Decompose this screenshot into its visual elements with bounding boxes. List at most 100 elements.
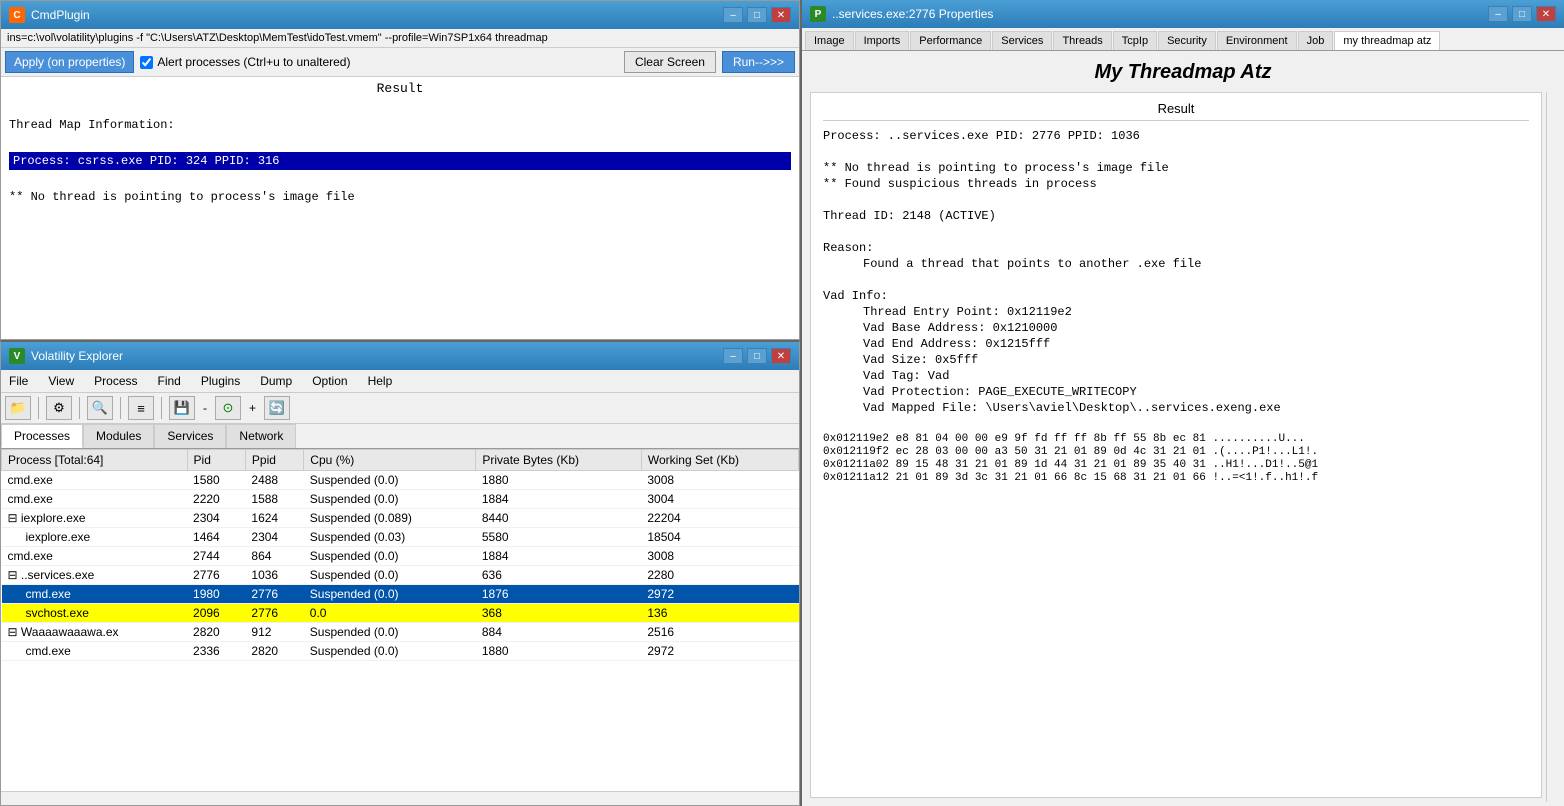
cmd-maximize-button[interactable]: □ (747, 7, 767, 23)
tab-image[interactable]: Image (805, 31, 854, 50)
table-row[interactable]: ⊟ ..services.exe27761036Suspended (0.0)6… (2, 566, 799, 585)
result-vad-label: Vad Info: (823, 289, 1529, 303)
tab-threads[interactable]: Threads (1053, 31, 1111, 50)
table-header-row: Process [Total:64] Pid Ppid Cpu (%) Priv… (2, 450, 799, 471)
output-thread-map-info: Thread Map Information: Process: csrss.e… (9, 104, 791, 218)
col-working-set: Working Set (Kb) (641, 450, 798, 471)
run-button[interactable]: Run-->>> (722, 51, 795, 73)
cmd-title: CmdPlugin (31, 8, 90, 22)
tab-job[interactable]: Job (1298, 31, 1334, 50)
hex-line: 0x012119f2 ec 28 03 00 00 a3 50 31 21 01… (823, 446, 1529, 458)
toolbar-search-button[interactable]: 🔍 (87, 396, 113, 420)
col-process: Process [Total:64] (2, 450, 188, 471)
clear-screen-button[interactable]: Clear Screen (624, 51, 716, 73)
vol-app-icon: V (9, 348, 25, 364)
menu-dump[interactable]: Dump (256, 372, 296, 390)
cmd-window-controls: – □ ✕ (723, 7, 791, 23)
tab-imports[interactable]: Imports (855, 31, 910, 50)
tab-processes[interactable]: Processes (1, 424, 83, 448)
menu-option[interactable]: Option (308, 372, 351, 390)
vad-detail-line: Vad Size: 0x5fff (863, 353, 1529, 367)
alert-checkbox-area: Alert processes (Ctrl+u to unaltered) (140, 55, 350, 69)
vol-window-controls: – □ ✕ (723, 348, 791, 364)
vol-minimize-button[interactable]: – (723, 348, 743, 364)
table-row[interactable]: ⊟ Waaaawaaawa.ex2820912Suspended (0.0)88… (2, 623, 799, 642)
toolbar-refresh-button[interactable]: 🔄 (264, 396, 290, 420)
tab-security[interactable]: Security (1158, 31, 1216, 50)
table-row[interactable]: iexplore.exe14642304Suspended (0.03)5580… (2, 528, 799, 547)
toolbar-sep-3 (120, 397, 121, 419)
vad-detail-line: Vad Mapped File: \Users\aviel\Desktop\..… (863, 401, 1529, 415)
menu-find[interactable]: Find (154, 372, 185, 390)
toolbar-open-button[interactable]: 📁 (5, 396, 31, 420)
col-private-bytes: Private Bytes (Kb) (476, 450, 641, 471)
hex-line: 0x01211a02 89 15 48 31 21 01 89 1d 44 31… (823, 459, 1529, 471)
result-blank-4 (823, 273, 1529, 287)
volatility-explorer-window: V Volatility Explorer – □ ✕ File View Pr… (0, 340, 800, 806)
toolbar-export-button[interactable]: 💾 (169, 396, 195, 420)
col-pid: Pid (187, 450, 245, 471)
table-row[interactable]: cmd.exe15802488Suspended (0.0)18803008 (2, 471, 799, 490)
right-maximize-button[interactable]: □ (1512, 6, 1532, 22)
output-line-2: Thread Map Information: (9, 118, 791, 132)
tab-my-threadmap-atz[interactable]: my threadmap atz (1334, 31, 1440, 50)
toolbar-list-button[interactable]: ≡ (128, 396, 154, 420)
col-cpu: Cpu (%) (304, 450, 476, 471)
cmd-app-icon: C (9, 7, 25, 23)
vad-details: Thread Entry Point: 0x12119e2Vad Base Ad… (823, 305, 1529, 415)
cmd-close-button[interactable]: ✕ (771, 7, 791, 23)
cmd-titlebar: C CmdPlugin – □ ✕ (1, 1, 799, 29)
right-close-button[interactable]: ✕ (1536, 6, 1556, 22)
tab-services[interactable]: Services (154, 424, 226, 448)
right-app-icon: P (810, 6, 826, 22)
tab-environment[interactable]: Environment (1217, 31, 1297, 50)
result-blank-1 (823, 145, 1529, 159)
tab-network[interactable]: Network (226, 424, 296, 448)
table-row[interactable]: cmd.exe2744864Suspended (0.0)18843008 (2, 547, 799, 566)
apply-button[interactable]: Apply (on properties) (5, 51, 134, 73)
table-row[interactable]: cmd.exe22201588Suspended (0.0)18843004 (2, 490, 799, 509)
right-scrollbar[interactable] (1546, 92, 1560, 802)
vol-tabs: Processes Modules Services Network (1, 424, 799, 449)
horizontal-scrollbar[interactable] (1, 791, 799, 805)
alert-checkbox[interactable] (140, 56, 153, 69)
right-minimize-button[interactable]: – (1488, 6, 1508, 22)
result-thread-line: Thread ID: 2148 (ACTIVE) (823, 209, 1529, 223)
table-row[interactable]: cmd.exe23362820Suspended (0.0)18802972 (2, 642, 799, 661)
toolbar-circle-button[interactable]: ⊙ (215, 396, 241, 420)
result-process-line: Process: ..services.exe PID: 2776 PPID: … (823, 129, 1529, 143)
toolbar-settings-button[interactable]: ⚙ (46, 396, 72, 420)
menu-view[interactable]: View (44, 372, 78, 390)
alert-label: Alert processes (Ctrl+u to unaltered) (157, 55, 350, 69)
vol-maximize-button[interactable]: □ (747, 348, 767, 364)
vol-titlebar: V Volatility Explorer – □ ✕ (1, 342, 799, 370)
menu-process[interactable]: Process (90, 372, 141, 390)
menu-help[interactable]: Help (364, 372, 397, 390)
output-line-no-thread: ** No thread is pointing to process's im… (9, 190, 791, 204)
tab-modules[interactable]: Modules (83, 424, 154, 448)
table-row[interactable]: ⊟ iexplore.exe23041624Suspended (0.089)8… (2, 509, 799, 528)
cmd-titlebar-left: C CmdPlugin (9, 7, 90, 23)
result-warning-1: ** No thread is pointing to process's im… (823, 161, 1529, 175)
table-row[interactable]: svchost.exe209627760.0368136 (2, 604, 799, 623)
vol-close-button[interactable]: ✕ (771, 348, 791, 364)
toolbar-sep-2 (79, 397, 80, 419)
toolbar-dash: - (203, 401, 207, 415)
output-process-highlight: Process: csrss.exe PID: 324 PPID: 316 (9, 152, 791, 170)
hex-line: 0x01211a12 21 01 89 3d 3c 31 21 01 66 8c… (823, 472, 1529, 484)
result-area: Result Process: ..services.exe PID: 2776… (810, 92, 1542, 798)
right-titlebar-left: P ..services.exe:2776 Properties (810, 6, 993, 22)
menu-plugins[interactable]: Plugins (197, 372, 244, 390)
vol-menubar: File View Process Find Plugins Dump Opti… (1, 370, 799, 393)
right-window-controls: – □ ✕ (1488, 6, 1556, 22)
hex-lines: 0x012119e2 e8 81 04 00 00 e9 9f fd ff ff… (823, 433, 1529, 484)
tab-performance[interactable]: Performance (910, 31, 991, 50)
tab-services[interactable]: Services (992, 31, 1052, 50)
tab-tcpip[interactable]: TcpIp (1113, 31, 1157, 50)
cmd-minimize-button[interactable]: – (723, 7, 743, 23)
vol-titlebar-left: V Volatility Explorer (9, 348, 123, 364)
content-title: My Threadmap Atz (802, 51, 1564, 92)
menu-file[interactable]: File (5, 372, 32, 390)
table-row[interactable]: cmd.exe19802776Suspended (0.0)18762972 (2, 585, 799, 604)
left-panel: C CmdPlugin – □ ✕ ins=c:\vol\volatility\… (0, 0, 800, 806)
